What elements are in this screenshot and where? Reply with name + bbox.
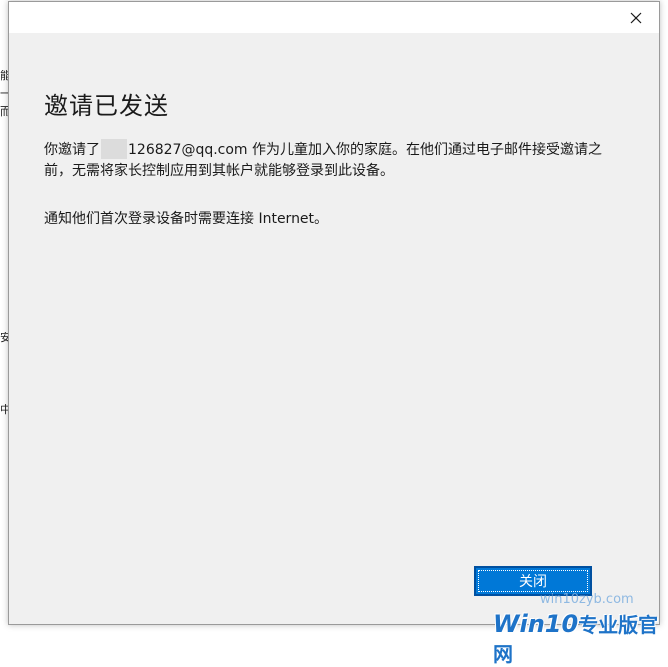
- invite-sent-dialog: 邀请已发送 你邀请了 126827@qq.com 作为儿童加入你的家庭。在他们通过…: [8, 1, 660, 625]
- watermark-logo: Win10专业版官网: [493, 609, 668, 667]
- invite-message: 你邀请了 126827@qq.com 作为儿童加入你的家庭。在他们通过电子邮件接受…: [44, 139, 604, 182]
- watermark-logo-text: Win10: [493, 610, 579, 638]
- background-text: 而: [0, 106, 8, 118]
- background-text: 中: [0, 404, 8, 416]
- close-icon: [630, 12, 642, 23]
- background-window: 能 一 而 安 中: [0, 0, 8, 640]
- internet-note: 通知他们首次登录设备时需要连接 Internet。: [44, 211, 329, 227]
- background-text: 一: [0, 88, 8, 100]
- dialog-heading: 邀请已发送: [44, 92, 169, 120]
- background-text: 能: [0, 70, 8, 82]
- watermark-url: win10zyb.com: [540, 592, 634, 607]
- invite-message-rest: 126827@qq.com 作为儿童加入你的家庭。在他们通过电子邮件接受邀请之前…: [44, 142, 603, 179]
- titlebar-close-button[interactable]: [613, 2, 659, 33]
- invite-message-start: 你邀请了: [44, 142, 100, 158]
- background-text: 安: [0, 332, 8, 344]
- title-bar: [9, 2, 659, 33]
- redacted-email-prefix: [101, 139, 127, 159]
